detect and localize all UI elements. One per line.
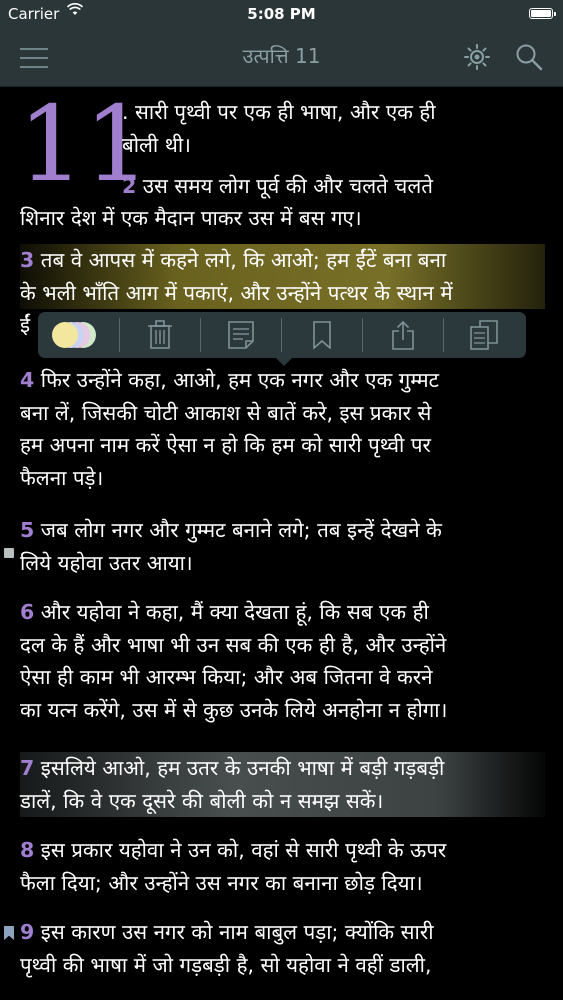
verse-number: 9 <box>20 920 35 944</box>
navigation-bar: उत्पत्ति 11 <box>0 28 563 87</box>
verse-9[interactable]: 9 इस कारण उस नगर को नाम बाबुल पड़ा; क्यो… <box>20 916 545 981</box>
note-icon <box>227 321 254 349</box>
verse-number: 4 <box>20 368 35 392</box>
verse-line: ऐसा ही काम भी आरम्भ किया; और अब जितना वे… <box>20 665 433 690</box>
search-icon[interactable] <box>514 42 544 72</box>
copy-icon <box>469 320 498 350</box>
verse-text: उस समय लोग पूर्व की और चलते चलते <box>136 174 433 198</box>
verse-line: बोली थी। <box>122 132 191 157</box>
trash-icon <box>147 320 172 349</box>
color-palette-icon <box>52 322 104 348</box>
bookmark-button[interactable] <box>281 312 362 358</box>
note-marker-icon[interactable] <box>4 548 14 558</box>
verse-line: दल के हैं और भाषा भी उन सब की एक ही है, … <box>20 632 447 657</box>
verse-text: और यहोवा ने कहा, मैं क्या देखता हूं, कि … <box>34 600 429 624</box>
verse-8[interactable]: 8 इस प्रकार यहोवा ने उन को, वहां से सारी… <box>20 834 545 899</box>
verse-line: हम अपना नाम करें ऐसा न हो कि हम को सारी … <box>20 433 431 458</box>
share-button[interactable] <box>362 312 443 358</box>
verse-action-toolbar <box>38 312 526 366</box>
verse-number: 7 <box>20 756 35 780</box>
verse-number: 5 <box>20 518 35 542</box>
verse-line: पृथ्वी की भाषा में जो गड़बड़ी है, सो यहो… <box>20 952 432 977</box>
share-icon <box>391 320 414 350</box>
verse-line: शिनार देश में एक मैदान पाकर उस में बस गए… <box>20 206 362 230</box>
verse-line: . सारी पृथ्वी पर एक ही भाषा, और एक ही <box>122 100 436 124</box>
brightness-icon[interactable] <box>462 42 492 72</box>
verse-text: इस कारण उस नगर को नाम बाबुल पड़ा; क्योंक… <box>34 920 434 944</box>
highlight-color-button[interactable] <box>38 312 119 358</box>
status-bar: Carrier 5:08 PM <box>0 0 563 28</box>
verse-1[interactable]: . सारी पृथ्वी पर एक ही भाषा, और एक ही बो… <box>122 96 542 161</box>
verse-line: के भली भाँति आग में पकाएं, और उन्होंने प… <box>20 276 545 310</box>
verse-text: जब लोग नगर और गुम्मट बनाने लगे; तब इन्हे… <box>34 518 442 542</box>
clock: 5:08 PM <box>247 5 316 23</box>
delete-button[interactable] <box>119 312 200 358</box>
verse-line: फैलना पड़े। <box>20 465 104 490</box>
verse-text: तब वे आपस में कहने लगे, कि आओ; हम ईंटें … <box>34 248 447 272</box>
battery-icon <box>529 8 556 19</box>
verse-2-cont[interactable]: शिनार देश में एक मैदान पाकर उस में बस गए… <box>20 202 545 235</box>
verse-number: 3 <box>20 248 35 272</box>
verse-text: इस प्रकार यहोवा ने उन को, वहां से सारी प… <box>34 838 447 862</box>
verse-6[interactable]: 6 और यहोवा ने कहा, मैं क्या देखता हूं, क… <box>20 596 545 726</box>
copy-button[interactable] <box>443 312 524 358</box>
verse-number: 2 <box>122 174 137 198</box>
verse-2[interactable]: 2 उस समय लोग पूर्व की और चलते चलते <box>122 170 542 203</box>
verse-line: लिये यहोवा उतर आया। <box>20 550 193 575</box>
scripture-text[interactable]: 11 . सारी पृथ्वी पर एक ही भाषा, और एक ही… <box>0 86 563 1000</box>
verse-number: 6 <box>20 600 35 624</box>
verse-text: इसलिये आओ, हम उतर के उनकी भाषा में बड़ी … <box>34 756 445 780</box>
bookmark-marker-icon[interactable] <box>4 926 14 940</box>
verse-7[interactable]: 7 इसलिये आओ, हम उतर के उनकी भाषा में बड़… <box>20 752 545 818</box>
bookmark-icon <box>312 321 331 349</box>
verse-line: फैला दिया; और उन्होंने उस नगर का बनाना छ… <box>20 870 423 895</box>
add-note-button[interactable] <box>200 312 281 358</box>
verse-4[interactable]: 4 फिर उन्होंने कहा, आओ, हम एक नगर और एक … <box>20 364 545 494</box>
verse-line: बना लें, जिसकी चोटी आकाश से बातें करे, इ… <box>20 400 432 425</box>
verse-number: 8 <box>20 838 35 862</box>
verse-5[interactable]: 5 जब लोग नगर और गुम्मट बनाने लगे; तब इन्… <box>20 514 545 579</box>
verse-line: का यत्न करेंगे, उस में से कुछ उनके लिये … <box>20 697 448 722</box>
verse-line: डालें, कि वे एक दूसरे की बोली को न समझ स… <box>20 784 545 818</box>
verse-text: फिर उन्होंने कहा, आओ, हम एक नगर और एक गु… <box>34 368 439 392</box>
